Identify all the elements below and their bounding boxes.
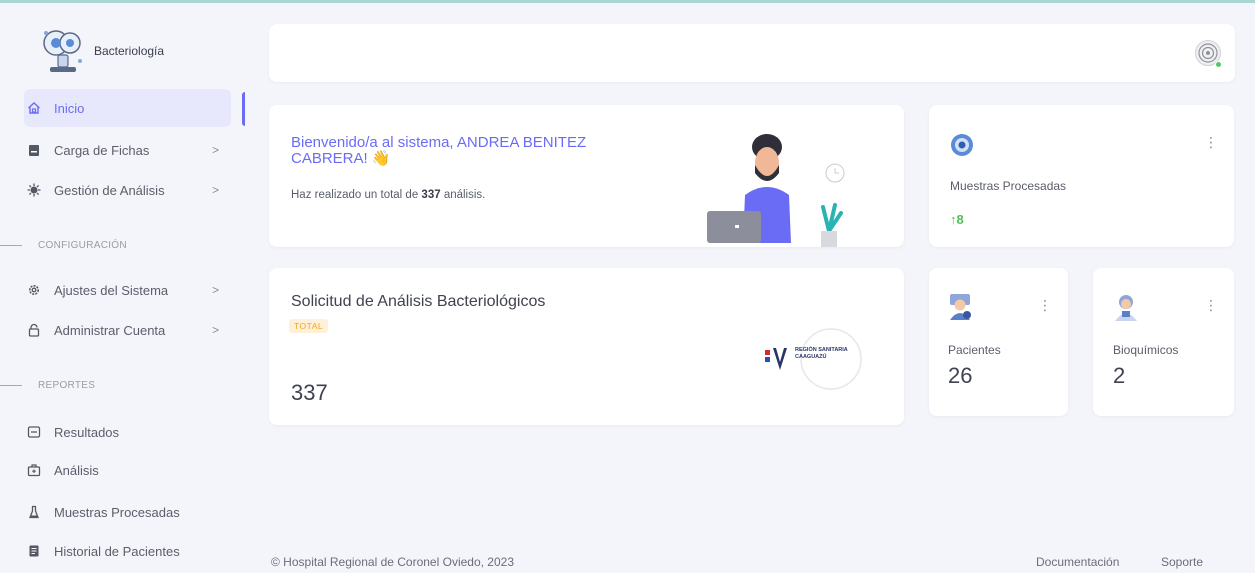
waving-hand-icon: 👋 — [371, 150, 391, 167]
document-icon — [26, 543, 42, 559]
sidebar-item-inicio[interactable]: Inicio — [24, 89, 231, 127]
region-logo-text: REGIÓN SANITARIA CAAGUAZÚ — [795, 347, 848, 360]
gear-icon — [26, 282, 42, 298]
more-options-icon[interactable]: ⋮ — [1204, 298, 1218, 312]
muestras-procesadas-card: ⋮ Muestras Procesadas ↑8 — [929, 105, 1234, 247]
sidebar-item-label: Administrar Cuenta — [54, 322, 166, 338]
active-indicator — [242, 92, 245, 126]
lock-icon — [26, 322, 42, 338]
sidebar-item-historial-pacientes[interactable]: Historial de Pacientes — [24, 532, 231, 570]
section-divider — [0, 244, 22, 246]
summary-suffix: análisis. — [443, 189, 486, 201]
solicitud-analisis-card: Solicitud de Análisis Bacteriológicos TO… — [269, 268, 904, 425]
sidebar-item-label: Resultados — [54, 424, 120, 440]
sidebar-item-label: Gestión de Análisis — [54, 182, 165, 198]
chevron-right-icon: > — [211, 143, 219, 157]
pacientes-card: ⋮ Pacientes 26 — [929, 268, 1068, 416]
sidebar-item-analisis[interactable]: Análisis — [24, 451, 231, 489]
sidebar-item-label: Historial de Pacientes — [54, 543, 180, 559]
sidebar-item-muestras-procesadas[interactable]: Muestras Procesadas — [24, 493, 231, 531]
more-options-icon[interactable]: ⋮ — [1204, 135, 1218, 149]
muestras-trend: ↑8 — [950, 212, 964, 227]
sidebar-item-label: Carga de Fichas — [54, 142, 150, 158]
total-badge: TOTAL — [289, 319, 329, 333]
solicitud-total-value: 337 — [291, 380, 328, 405]
pacientes-value: 26 — [948, 363, 973, 388]
results-icon — [26, 424, 42, 440]
documentation-link[interactable]: Documentación — [1036, 555, 1119, 569]
summary-prefix: Haz realizado un total de — [291, 189, 419, 201]
welcome-summary: Haz realizado un total de 337 análisis. — [291, 189, 485, 201]
support-link[interactable]: Soporte — [1161, 555, 1203, 569]
muestras-label: Muestras Procesadas — [950, 179, 1067, 193]
top-navbar — [269, 24, 1235, 82]
section-header-configuracion: CONFIGURACIÓN — [0, 237, 220, 253]
section-label: CONFIGURACIÓN — [38, 239, 127, 251]
online-status-dot — [1215, 61, 1222, 68]
home-icon — [26, 100, 42, 116]
summary-total: 337 — [421, 189, 441, 201]
analysis-icon — [26, 462, 42, 478]
sidebar-item-gestion-analisis[interactable]: Gestión de Análisis > — [24, 171, 231, 209]
welcome-title: Bienvenido/a al sistema, ANDREA BENITEZ … — [291, 135, 591, 167]
patient-icon — [950, 294, 971, 320]
more-options-icon[interactable]: ⋮ — [1038, 298, 1052, 312]
chevron-right-icon: > — [211, 323, 219, 337]
virus-icon — [26, 182, 42, 198]
chevron-right-icon: > — [211, 183, 219, 197]
clipboard-icon — [26, 142, 42, 158]
chevron-right-icon: > — [211, 283, 219, 297]
section-header-reportes: REPORTES — [0, 377, 220, 393]
sample-stats-icon — [951, 134, 973, 156]
brand-name: Bacteriología — [94, 43, 165, 58]
bioquimicos-value: 2 — [1113, 363, 1126, 388]
section-label: REPORTES — [38, 379, 96, 391]
solicitud-title: Solicitud de Análisis Bacteriológicos — [291, 293, 546, 310]
pacientes-label: Pacientes — [948, 343, 1001, 357]
welcome-card: Bienvenido/a al sistema, ANDREA BENITEZ … — [269, 105, 904, 247]
sidebar-item-ajustes-sistema[interactable]: Ajustes del Sistema > — [24, 271, 231, 309]
bioquimicos-label: Bioquímicos — [1113, 343, 1179, 357]
welcome-title-text: Bienvenido/a al sistema, ANDREA BENITEZ … — [291, 134, 587, 167]
bioquimicos-card: ⋮ Bioquímicos 2 — [1093, 268, 1234, 416]
section-divider — [0, 384, 22, 386]
sidebar: Bacteriología Inicio Carga de Fichas > G… — [0, 3, 247, 573]
footer-copyright: © Hospital Regional de Coronel Oviedo, 2… — [271, 555, 514, 569]
sidebar-item-resultados[interactable]: Resultados — [24, 413, 231, 451]
sidebar-item-label: Muestras Procesadas — [54, 504, 180, 520]
developer-illustration — [707, 134, 845, 247]
sidebar-item-administrar-cuenta[interactable]: Administrar Cuenta > — [24, 311, 231, 349]
microscope-logo-icon — [43, 29, 82, 72]
sidebar-item-label: Ajustes del Sistema — [54, 282, 169, 298]
sidebar-item-label: Inicio — [54, 100, 85, 116]
flask-icon — [26, 504, 42, 520]
brand[interactable]: Bacteriología — [36, 23, 176, 78]
sidebar-item-carga-fichas[interactable]: Carga de Fichas > — [24, 131, 231, 169]
biochemist-icon — [1115, 295, 1137, 321]
sidebar-item-label: Análisis — [54, 462, 99, 478]
region-sanitaria-logo: REGIÓN SANITARIA CAAGUAZÚ — [765, 324, 877, 394]
